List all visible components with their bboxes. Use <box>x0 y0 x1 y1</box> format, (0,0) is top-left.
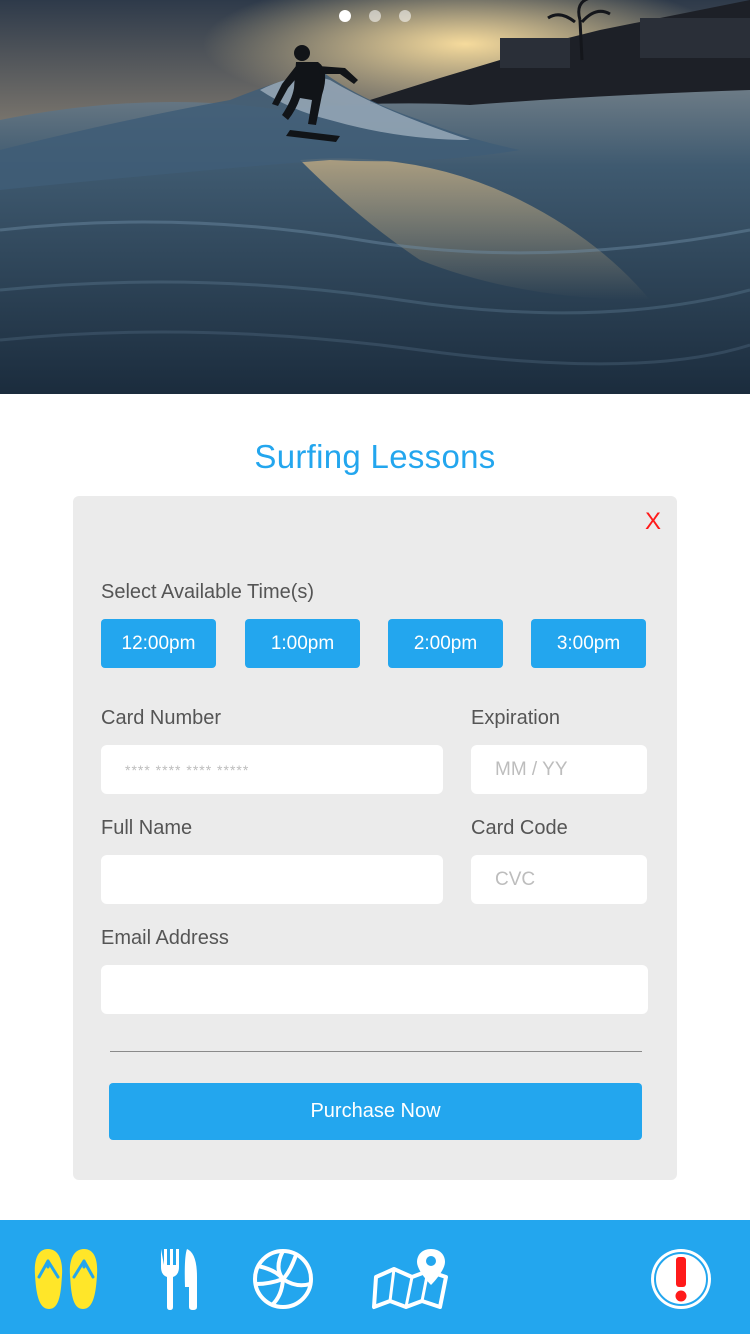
carousel-dot-2[interactable] <box>369 10 381 22</box>
alert-icon <box>651 1249 711 1309</box>
carousel-dot-1[interactable] <box>339 10 351 22</box>
booking-form-panel: X Select Available Time(s) 12:00pm 1:00p… <box>73 496 677 1180</box>
fork-knife-icon <box>161 1249 197 1310</box>
bottom-tab-bar <box>0 1220 750 1334</box>
tab-dining[interactable] <box>150 1244 206 1314</box>
flip-flops-icon <box>34 1249 98 1309</box>
volleyball-icon <box>253 1249 313 1309</box>
expiration-label: Expiration <box>471 707 560 729</box>
email-label: Email Address <box>101 927 229 949</box>
tab-activities[interactable] <box>28 1244 104 1314</box>
card-number-input[interactable] <box>101 745 443 794</box>
surfer-sunset-photo <box>0 0 750 394</box>
card-number-label: Card Number <box>101 707 222 729</box>
card-code-input[interactable] <box>471 855 647 904</box>
email-input[interactable] <box>101 965 648 1014</box>
tab-sports[interactable] <box>250 1244 316 1314</box>
page-title: Surfing Lessons <box>254 438 496 475</box>
expiration-input[interactable] <box>471 745 647 794</box>
carousel-dot-3[interactable] <box>399 10 411 22</box>
time-slot-button-2[interactable]: 1:00pm <box>245 619 360 668</box>
time-slot-button-1[interactable]: 12:00pm <box>101 619 216 668</box>
full-name-label: Full Name <box>101 817 193 839</box>
purchase-button[interactable]: Purchase Now <box>109 1083 642 1140</box>
hero-image <box>0 0 750 394</box>
time-select-label: Select Available Time(s) <box>101 581 315 603</box>
tab-map[interactable] <box>370 1244 452 1314</box>
close-button[interactable]: X <box>645 508 661 536</box>
full-name-input[interactable] <box>101 855 443 904</box>
carousel-dots <box>0 10 750 22</box>
time-slot-button-3[interactable]: 2:00pm <box>388 619 503 668</box>
time-slot-button-4[interactable]: 3:00pm <box>531 619 646 668</box>
map-pin-icon <box>372 1249 448 1309</box>
card-code-label: Card Code <box>471 817 568 839</box>
form-divider <box>110 1051 642 1052</box>
tab-alerts[interactable] <box>646 1244 716 1314</box>
